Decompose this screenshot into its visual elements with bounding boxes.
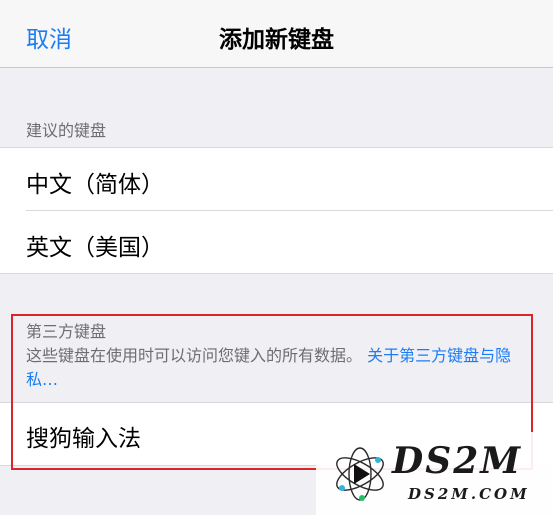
keyboard-item-sogou[interactable]: 搜狗输入法 [26, 419, 141, 453]
suggested-keyboards-list: 中文（简体） 英文（美国） [0, 147, 553, 274]
suggested-keyboards-header: 建议的键盘 [26, 121, 107, 140]
watermark-subtitle: DS2M.COM [408, 485, 530, 503]
keyboard-item-chinese-simplified[interactable]: 中文（简体） [26, 165, 164, 199]
watermark-title: DS2M [392, 440, 523, 482]
page-title: 添加新键盘 [219, 27, 334, 53]
ds2m-logo-icon [336, 447, 384, 501]
watermark: DS2M DS2M.COM [316, 432, 553, 515]
third-party-title: 第三方键盘 [26, 322, 107, 341]
privacy-note: 这些键盘在使用时可以访问您键入的所有数据。 [26, 346, 363, 365]
third-party-description: 这些键盘在使用时可以访问您键入的所有数据。 关于第三方键盘与隐私… [26, 344, 526, 392]
navigation-bar: 取消 添加新键盘 [0, 0, 553, 68]
third-party-keyboards-header: 第三方键盘 这些键盘在使用时可以访问您键入的所有数据。 关于第三方键盘与隐私… [26, 320, 526, 392]
keyboard-item-english-us[interactable]: 英文（美国） [26, 228, 164, 262]
cell-divider [26, 210, 553, 211]
